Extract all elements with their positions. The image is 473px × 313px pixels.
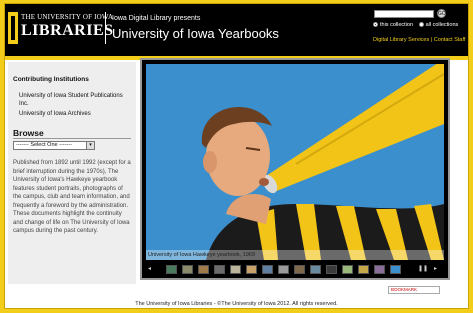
logo-divider	[105, 12, 106, 44]
chevron-down-icon[interactable]: ▾	[86, 142, 94, 149]
browse-heading: Browse	[13, 128, 44, 138]
site-header: THE UNIVERSITY OF IOWA LIBRARIES Iowa Di…	[5, 4, 468, 56]
contributing-institutions-heading: Contributing Institutions	[13, 76, 89, 83]
digital-library-services-link[interactable]: Digital Library Services	[373, 37, 429, 43]
search-go-button[interactable]: GO	[437, 9, 446, 18]
thumbnail[interactable]	[166, 265, 177, 274]
sidebar: Contributing Institutions University of …	[8, 62, 136, 284]
browse-divider	[13, 138, 131, 139]
logo-university[interactable]: THE UNIVERSITY OF IOWA	[21, 13, 113, 21]
page-frame: THE UNIVERSITY OF IOWA LIBRARIES Iowa Di…	[4, 3, 469, 309]
search-scope: this collection all collections	[373, 22, 462, 28]
thumbnail[interactable]	[310, 265, 321, 274]
browse-select-value: ------- Select One -------	[16, 142, 72, 148]
presents-text: Iowa Digital Library presents	[112, 15, 201, 22]
thumbnail[interactable]	[278, 265, 289, 274]
libraries-logo-icon[interactable]	[8, 12, 18, 44]
next-arrow-icon[interactable]: ▸	[434, 265, 437, 274]
thumbnail[interactable]	[246, 265, 257, 274]
institution-link[interactable]: University of Iowa Student Publications …	[19, 92, 129, 108]
thumbnail[interactable]	[374, 265, 385, 274]
thumbnail[interactable]	[182, 265, 193, 274]
photo-caption: University of Iowa Hawkeye yearbook, 196…	[146, 250, 444, 260]
browse-select[interactable]: ------- Select One ------- ▾	[13, 141, 95, 150]
thumbnail[interactable]	[342, 265, 353, 274]
header-links: Digital Library Services | Contact Staff	[373, 37, 465, 43]
institution-link[interactable]: University of Iowa Archives	[19, 110, 129, 118]
thumbnail[interactable]	[390, 265, 401, 274]
radio-all-label[interactable]: all collections	[426, 22, 459, 28]
prev-arrow-icon[interactable]: ◂	[148, 265, 151, 274]
thumbnail[interactable]	[198, 265, 209, 274]
bookmark-button[interactable]: BOOKMARK	[388, 286, 440, 294]
thumbnail[interactable]	[294, 265, 305, 274]
thumbnail[interactable]	[358, 265, 369, 274]
collection-description: Published from 1892 until 1992 (except f…	[13, 160, 131, 234]
page-title: University of Iowa Yearbooks	[112, 26, 279, 41]
radio-this-collection[interactable]	[373, 22, 378, 27]
logo-libraries[interactable]: LIBRARIES	[21, 22, 114, 40]
search-input[interactable]	[374, 10, 434, 18]
cheerleader-megaphone-illustration	[146, 64, 444, 260]
thumbnail-strip: ◂ ❚❚ ▸	[146, 263, 444, 276]
radio-this-label[interactable]: this collection	[380, 22, 413, 28]
thumbnail[interactable]	[262, 265, 273, 274]
bookmark-label: BOOKMARK	[391, 287, 418, 292]
pause-icon[interactable]: ❚❚	[418, 265, 428, 274]
image-viewer[interactable]: University of Iowa Hawkeye yearbook, 196…	[140, 58, 450, 280]
footer-copyright: The University of Iowa Libraries - ©The …	[135, 301, 338, 307]
link-separator: |	[430, 37, 433, 43]
thumbnail[interactable]	[230, 265, 241, 274]
thumbnail[interactable]	[214, 265, 225, 274]
contact-staff-link[interactable]: Contact Staff	[434, 37, 466, 43]
thumbnail[interactable]	[326, 265, 337, 274]
radio-all-collections[interactable]	[418, 22, 424, 27]
featured-photo[interactable]	[146, 64, 444, 260]
